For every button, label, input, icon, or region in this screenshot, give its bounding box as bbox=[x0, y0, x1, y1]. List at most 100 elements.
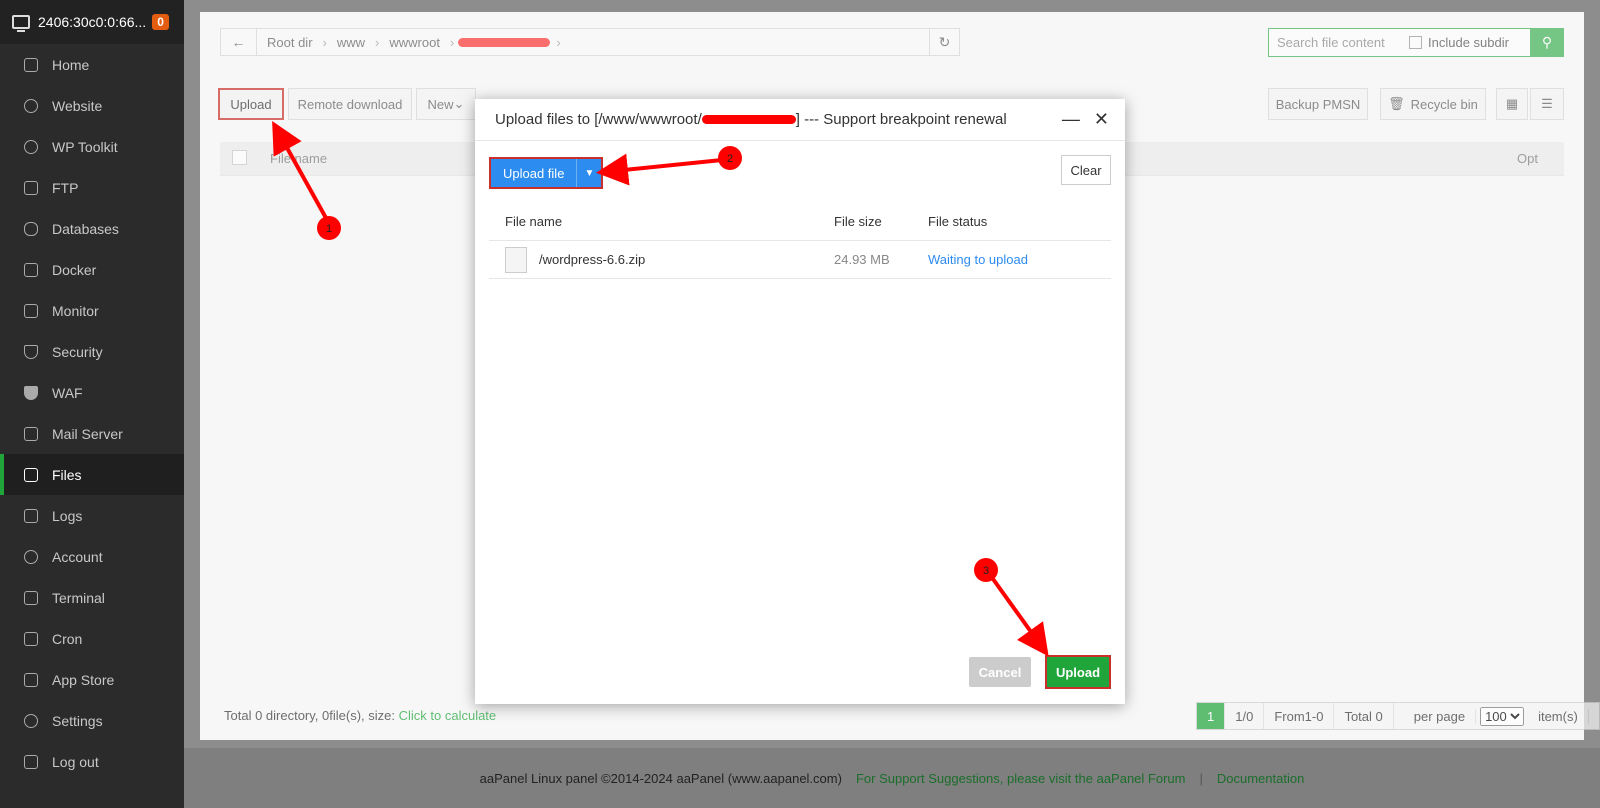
content-search: Include subdir ⚲ bbox=[1268, 28, 1564, 57]
redaction-mark bbox=[701, 115, 796, 124]
sidebar-item-website[interactable]: Website bbox=[0, 85, 184, 126]
minimize-icon[interactable]: — bbox=[1062, 109, 1080, 130]
close-icon[interactable]: ✕ bbox=[1094, 109, 1109, 130]
sidebar-item-app-store[interactable]: App Store bbox=[0, 659, 184, 700]
sidebar-item-label: Home bbox=[52, 56, 90, 73]
summary-text: Total 0 directory, 0file(s), size: bbox=[224, 708, 395, 723]
items-label: item(s) bbox=[1528, 708, 1589, 724]
table-row[interactable]: /wordpress-6.6.zip 24.93 MB Waiting to u… bbox=[489, 241, 1111, 279]
sidebar-item-waf[interactable]: WAF bbox=[0, 372, 184, 413]
include-subdir-label: Include subdir bbox=[1428, 35, 1509, 50]
globe-icon bbox=[24, 98, 38, 113]
sidebar-item-wp-toolkit[interactable]: WP Toolkit bbox=[0, 126, 184, 167]
sidebar-item-label: Files bbox=[52, 466, 82, 483]
sidebar-item-log-out[interactable]: Log out bbox=[0, 741, 184, 782]
user-icon bbox=[24, 549, 38, 564]
include-subdir-checkbox[interactable] bbox=[1409, 36, 1422, 49]
sidebar-item-label: Terminal bbox=[52, 589, 105, 606]
chevron-right-icon: › bbox=[556, 34, 561, 50]
upload-file-table: File name File size File status /wordpre… bbox=[489, 203, 1111, 279]
sidebar-item-files[interactable]: Files bbox=[0, 454, 184, 495]
redaction-mark bbox=[458, 37, 551, 47]
name-column-header[interactable]: File name bbox=[270, 151, 327, 166]
calculate-size-link[interactable]: Click to calculate bbox=[399, 708, 497, 723]
back-arrow-icon[interactable]: ← bbox=[221, 29, 257, 55]
monitor-icon bbox=[12, 15, 30, 32]
breadcrumb: ← Root dir › www › wwwroot › › ↻ bbox=[220, 28, 960, 56]
logout-icon bbox=[24, 754, 38, 769]
upload-file-label[interactable]: Upload file bbox=[491, 159, 578, 187]
sidebar-item-terminal[interactable]: Terminal bbox=[0, 577, 184, 618]
gear-icon bbox=[24, 713, 38, 728]
sidebar-item-label: WP Toolkit bbox=[52, 138, 118, 155]
sidebar-item-docker[interactable]: Docker bbox=[0, 249, 184, 290]
range-label: From1-0 bbox=[1264, 703, 1335, 729]
breadcrumb-root[interactable]: Root dir bbox=[257, 35, 323, 50]
caret-down-icon[interactable]: ▼ bbox=[577, 159, 601, 187]
remote-download-button[interactable]: Remote download bbox=[288, 88, 412, 120]
sidebar-item-logs[interactable]: Logs bbox=[0, 495, 184, 536]
page-count: 1/0 bbox=[1225, 703, 1265, 729]
list-view-icon[interactable]: ☰ bbox=[1530, 88, 1564, 120]
terminal-icon bbox=[24, 590, 38, 605]
breadcrumb-www[interactable]: www bbox=[327, 35, 375, 50]
sidebar-item-label: WAF bbox=[52, 384, 83, 401]
upload-dialog: Upload files to [/www/wwwroot/ ] --- Sup… bbox=[475, 99, 1125, 704]
upload-file-button[interactable]: Upload file ▼ bbox=[489, 157, 604, 189]
file-status-header: File status bbox=[928, 214, 988, 229]
copyright-text: aaPanel Linux panel ©2014-2024 aaPanel (… bbox=[479, 770, 842, 786]
sidebar-item-home[interactable]: Home bbox=[0, 44, 184, 85]
per-page-select[interactable]: 100 bbox=[1480, 706, 1525, 726]
grid-view-icon[interactable]: ▦ bbox=[1496, 88, 1528, 120]
breadcrumb-wwwroot[interactable]: wwwroot bbox=[379, 35, 450, 50]
sidebar-item-account[interactable]: Account bbox=[0, 536, 184, 577]
backup-pmsn-button[interactable]: Backup PMSN bbox=[1268, 88, 1368, 120]
file-name-header: File name bbox=[505, 214, 563, 229]
current-page[interactable]: 1 bbox=[1197, 703, 1226, 729]
opt-column-header: Opt bbox=[1517, 151, 1538, 166]
file-size: 24.93 MB bbox=[834, 252, 890, 267]
search-icon[interactable]: ⚲ bbox=[1530, 28, 1564, 57]
upload-toolbar-button[interactable]: Upload bbox=[218, 88, 284, 120]
trash-icon: 🗑 bbox=[1388, 96, 1405, 111]
dialog-title-prefix: Upload files to [/www/wwwroot/ bbox=[495, 111, 702, 128]
sidebar-item-label: Mail Server bbox=[52, 425, 123, 442]
sidebar-item-label: Databases bbox=[52, 220, 119, 237]
sidebar: 2406:30c0:0:66... 0 Home Website WP Tool… bbox=[0, 0, 184, 808]
cancel-button[interactable]: Cancel bbox=[969, 657, 1031, 687]
upload-table-header: File name File size File status bbox=[489, 203, 1111, 241]
monitor-chart-icon bbox=[24, 303, 38, 318]
home-icon bbox=[24, 57, 38, 72]
sidebar-item-label: Cron bbox=[52, 630, 83, 647]
sidebar-item-label: Settings bbox=[52, 712, 103, 729]
sidebar-item-databases[interactable]: Databases bbox=[0, 208, 184, 249]
upload-confirm-button[interactable]: Upload bbox=[1045, 655, 1111, 689]
sidebar-item-monitor[interactable]: Monitor bbox=[0, 290, 184, 331]
sidebar-item-cron[interactable]: Cron bbox=[0, 618, 184, 659]
sidebar-item-ftp[interactable]: FTP bbox=[0, 167, 184, 208]
sidebar-item-settings[interactable]: Settings bbox=[0, 700, 184, 741]
server-header: 2406:30c0:0:66... 0 bbox=[0, 0, 184, 44]
server-host: 2406:30c0:0:66... bbox=[38, 14, 147, 30]
chevron-down-icon: ⌄ bbox=[453, 96, 465, 111]
sidebar-item-mail-server[interactable]: Mail Server bbox=[0, 413, 184, 454]
select-all-checkbox[interactable] bbox=[232, 150, 247, 165]
app-store-icon bbox=[24, 672, 38, 687]
recycle-bin-button[interactable]: 🗑 Recycle bin bbox=[1380, 88, 1486, 120]
chevron-right-icon: › bbox=[449, 34, 455, 50]
forum-link[interactable]: For Support Suggestions, please visit th… bbox=[856, 771, 1186, 786]
docker-icon bbox=[24, 262, 38, 277]
search-input[interactable] bbox=[1269, 35, 1409, 50]
clear-button[interactable]: Clear bbox=[1061, 155, 1111, 185]
pagination: 1 1/0 From1-0 Total 0 per page 100 item(… bbox=[1196, 702, 1600, 730]
file-icon bbox=[505, 246, 527, 273]
sidebar-item-label: Docker bbox=[52, 261, 97, 278]
notification-badge[interactable]: 0 bbox=[152, 14, 169, 30]
sidebar-item-security[interactable]: Security bbox=[0, 331, 184, 372]
sidebar-item-label: Monitor bbox=[52, 302, 99, 319]
documentation-link[interactable]: Documentation bbox=[1217, 771, 1304, 786]
new-button[interactable]: New ⌄ bbox=[416, 88, 476, 120]
refresh-icon[interactable]: ↻ bbox=[929, 29, 959, 55]
footer-divider: | bbox=[1199, 770, 1203, 786]
file-name: /wordpress-6.6.zip bbox=[539, 252, 646, 267]
